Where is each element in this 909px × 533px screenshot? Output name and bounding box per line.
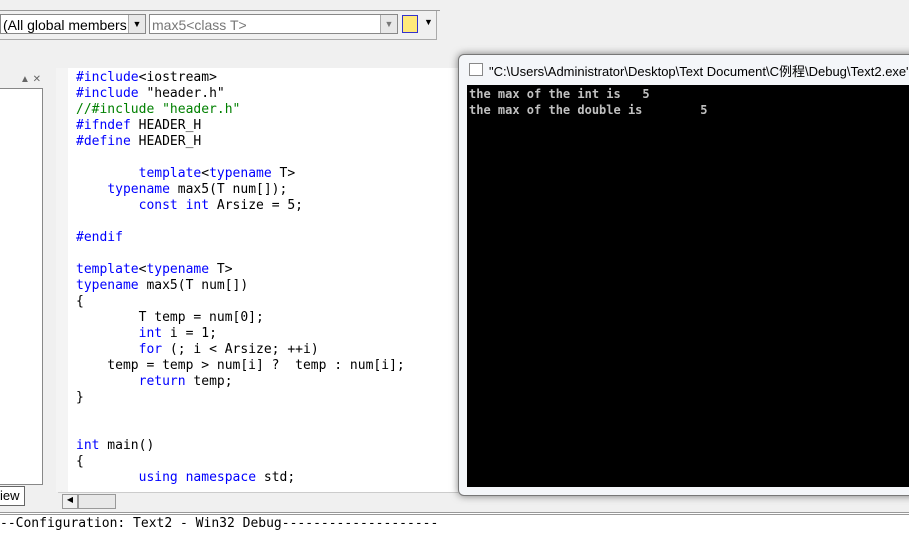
code-token: T> [209, 262, 233, 277]
wizardbar: (All global members ▼ max5<class T> ▼ ▼ [0, 11, 437, 40]
code-token: } [76, 390, 84, 405]
code-line: typename max5(T num[]); [76, 182, 287, 198]
code-token: for [138, 342, 163, 357]
code-token: <iostream> [138, 70, 217, 85]
code-token: T temp = num[0]; [76, 310, 264, 325]
scope-combo[interactable]: (All global members ▼ [0, 14, 146, 34]
code-token: template [76, 262, 139, 277]
code-line: #endif [76, 230, 123, 246]
code-token: temp = temp > num[i] ? temp : num[i]; [76, 358, 405, 373]
horizontal-scrollbar[interactable]: ◀ [58, 492, 458, 509]
code-token: "header.h" [138, 86, 225, 101]
code-token: #include [76, 86, 139, 101]
code-token: HEADER_H [130, 118, 202, 133]
code-token: { [76, 454, 84, 469]
code-line: typename max5(T num[]) [76, 278, 248, 294]
code-token: typename [209, 166, 272, 181]
code-token: typename [107, 182, 170, 197]
code-token: main() [99, 438, 155, 453]
code-token: Arsize = 5; [209, 198, 303, 213]
console-line: the max of the double is 5 [469, 103, 708, 117]
code-token: (; i < Arsize; ++i) [162, 342, 319, 357]
workspace-tree[interactable] [0, 88, 43, 485]
code-token: temp; [185, 374, 233, 389]
scope-value: (All global members [3, 17, 127, 33]
code-token: using [138, 470, 178, 485]
console-line: the max of the int is 5 [469, 87, 650, 101]
code-token: int [138, 326, 163, 341]
console-window[interactable]: "C:\Users\Administrator\Desktop\Text Doc… [458, 54, 909, 496]
code-token: { [76, 294, 84, 309]
console-app-icon [469, 63, 483, 76]
code-line: #define HEADER_H [76, 134, 201, 150]
code-line: #ifndef HEADER_H [76, 118, 201, 134]
code-token: < [201, 166, 210, 181]
code-line: return temp; [76, 374, 233, 390]
function-combo[interactable]: max5<class T> ▼ [149, 14, 398, 34]
code-token: int [185, 198, 210, 213]
code-token: max5(T num[]) [138, 278, 249, 293]
console-title: "C:\Users\Administrator\Desktop\Text Doc… [489, 64, 909, 79]
scroll-thumb[interactable] [78, 494, 116, 509]
code-token: typename [146, 262, 210, 277]
code-line: #include "header.h" [76, 86, 225, 102]
code-token: return [138, 374, 186, 389]
code-token: i = 1; [162, 326, 217, 341]
code-token: namespace [185, 470, 257, 485]
code-line: for (; i < Arsize; ++i) [76, 342, 319, 358]
code-token: T> [271, 166, 296, 181]
chevron-down-icon[interactable]: ▼ [380, 15, 397, 33]
function-value: max5<class T> [152, 17, 247, 33]
code-token: const [138, 198, 178, 213]
code-token: #ifndef [76, 118, 131, 133]
code-line: //#include "header.h" [76, 102, 240, 118]
code-token: max5(T num[]); [169, 182, 288, 197]
panel-buttons[interactable]: ▲ ✕ [20, 74, 41, 85]
code-line: temp = temp > num[i] ? temp : num[i]; [76, 358, 405, 374]
tab-label: iew [0, 488, 20, 503]
code-line: { [76, 294, 84, 310]
code-token: std; [256, 470, 296, 485]
code-line: template<typename T> [76, 262, 233, 278]
tab-fileview[interactable]: iew [0, 486, 25, 506]
main-toolbar [0, 0, 440, 11]
code-line: using namespace std; [76, 470, 296, 486]
code-token: template [138, 166, 202, 181]
class-wizard-icon[interactable] [402, 15, 418, 33]
code-line: template<typename T> [76, 166, 296, 182]
editor-gutter [56, 68, 68, 492]
code-token: #define [76, 134, 131, 149]
code-token: #include [76, 70, 139, 85]
code-line: int main() [76, 438, 154, 454]
code-token: HEADER_H [130, 134, 202, 149]
code-token: #endif [76, 230, 123, 245]
console-output: the max of the int is 5 the max of the d… [467, 85, 909, 487]
code-line: } [76, 390, 84, 406]
chevron-down-icon[interactable]: ▼ [424, 17, 433, 27]
code-line: #include<iostream> [76, 70, 217, 86]
code-line: T temp = num[0]; [76, 310, 264, 326]
code-token: typename [76, 278, 139, 293]
code-line: int i = 1; [76, 326, 217, 342]
output-text: --Configuration: Text2 - Win32 Debug----… [0, 516, 439, 531]
code-line: const int Arsize = 5; [76, 198, 303, 214]
chevron-down-icon[interactable]: ▼ [128, 15, 145, 33]
code-token: //#include "header.h" [76, 102, 241, 117]
code-token: int [76, 438, 100, 453]
code-line: { [76, 454, 84, 470]
scroll-left-button[interactable]: ◀ [62, 494, 78, 509]
